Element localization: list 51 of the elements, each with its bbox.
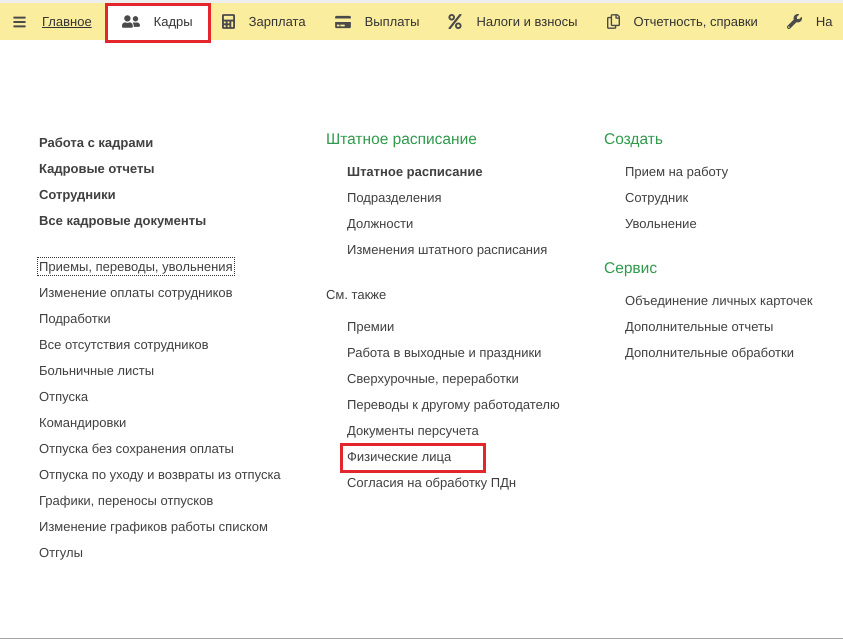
nav-link[interactable]: Кадровые отчеты: [37, 158, 156, 178]
section-tab[interactable]: Налоги и взносы: [434, 3, 592, 40]
nav-link[interactable]: Физические лица: [345, 446, 454, 466]
nav-link[interactable]: Отпуска без сохранения оплаты: [37, 438, 236, 458]
nav-link[interactable]: Изменение оплаты сотрудников: [37, 282, 235, 302]
nav-link[interactable]: Все кадровые документы: [37, 210, 208, 230]
nav-link[interactable]: Отпуска по уходу и возвраты из отпуска: [37, 464, 283, 484]
nav-link[interactable]: Графики, переносы отпусков: [37, 490, 216, 510]
section-heading: Создать: [604, 130, 663, 150]
nav-link[interactable]: Отгулы: [37, 542, 85, 562]
nav-link[interactable]: Согласия на обработку ПДн: [345, 472, 518, 492]
section-tab[interactable]: Зарплата: [208, 3, 321, 40]
section-caption: См. также: [326, 286, 386, 304]
section-tab[interactable]: Кадры: [108, 3, 208, 40]
nav-link[interactable]: Дополнительные обработки: [623, 342, 796, 362]
nav-link[interactable]: Дополнительные отчеты: [623, 316, 776, 336]
nav-link[interactable]: Все отсутствия сотрудников: [37, 334, 211, 354]
calculator-icon: [222, 14, 235, 29]
menu-icon: [12, 14, 27, 28]
nav-link[interactable]: Работа с кадрами: [37, 132, 156, 152]
nav-link[interactable]: Документы персучета: [345, 420, 481, 440]
nav-link[interactable]: Сотрудник: [623, 188, 690, 206]
home-link[interactable]: Главное: [40, 3, 94, 40]
section-heading: Сервис: [604, 259, 658, 279]
nav-link[interactable]: Отпуска: [37, 386, 90, 406]
nav-link[interactable]: Объединение личных карточек: [623, 290, 815, 310]
section-tab[interactable]: Отчетность, справки: [592, 3, 773, 40]
nav-link[interactable]: Работа в выходные и праздники: [345, 342, 544, 362]
nav-link[interactable]: Приемы, переводы, увольнения: [37, 256, 235, 276]
nav-link[interactable]: Переводы к другому работодателю: [345, 394, 562, 414]
nav-link[interactable]: Прием на работу: [623, 162, 730, 180]
section-heading: Штатное расписание: [326, 130, 477, 150]
nav-link[interactable]: Изменение графиков работы списком: [37, 516, 270, 536]
nav-link[interactable]: Штатное расписание: [345, 162, 485, 180]
nav-link[interactable]: Премии: [345, 316, 396, 336]
nav-link[interactable]: Сверхурочные, переработки: [345, 368, 521, 388]
nav-link[interactable]: Больничные листы: [37, 360, 156, 380]
people-icon: [122, 14, 140, 29]
nav-link[interactable]: Командировки: [37, 412, 128, 432]
wrench-icon: [786, 14, 802, 29]
nav-link[interactable]: Должности: [345, 214, 416, 232]
card-icon: [334, 14, 351, 28]
nav-link[interactable]: Подработки: [37, 308, 113, 328]
nav-link[interactable]: Сотрудники: [37, 184, 118, 204]
section-tab[interactable]: На: [772, 3, 843, 40]
section-tab[interactable]: Выплаты: [320, 3, 434, 40]
documents-icon: [606, 14, 620, 29]
percent-icon: [448, 14, 462, 29]
nav-link[interactable]: Увольнение: [623, 214, 699, 232]
nav-link[interactable]: Подразделения: [345, 188, 444, 206]
nav-link[interactable]: Изменения штатного расписания: [345, 240, 550, 258]
